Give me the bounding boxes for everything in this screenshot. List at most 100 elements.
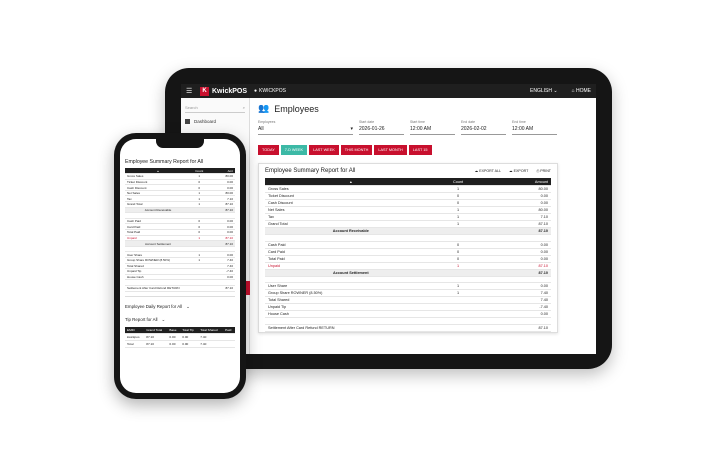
report-card: Employee Summary Report for All ☁ EXPORT…: [258, 163, 558, 333]
cell-amount: 0.00: [479, 248, 551, 256]
cell-amount: 87.10: [479, 227, 551, 235]
cell-amount: 87.10: [479, 269, 551, 277]
cell-count: [191, 285, 208, 292]
filter-value: All: [258, 126, 264, 132]
table-row: Total Shared 7.40: [265, 296, 551, 304]
table-row: User Share 1 0.00: [265, 282, 551, 290]
language-label: ENGLISH: [530, 88, 552, 94]
cell-amount: 80.00: [479, 185, 551, 193]
cell-amount: 7.40: [479, 289, 551, 297]
filter-bar: Employees All ▾ Start date 2026-01-26 Sta…: [258, 120, 588, 135]
sidebar-item-dashboard[interactable]: Dashboard: [185, 119, 245, 124]
start-date-field[interactable]: Start date 2026-01-26: [359, 120, 404, 135]
tip-cell: [223, 333, 235, 341]
cell-amount: -7.40: [479, 303, 551, 311]
this-month-button[interactable]: THIS MONTH: [340, 145, 373, 155]
export-all-button[interactable]: ☁ EXPORT ALL: [475, 169, 501, 173]
last-week-button[interactable]: LAST WEEK: [309, 145, 339, 155]
cell-label: Settlement After Card Refund RETURN: [125, 285, 191, 292]
start-time-field[interactable]: Start time 12:00 AM: [410, 120, 455, 135]
cell-count: 1: [436, 185, 480, 193]
tip-cell: 0.00: [180, 340, 199, 348]
cell-count: [436, 269, 480, 277]
home-link[interactable]: ⌂ HOME: [572, 88, 591, 94]
end-date-field[interactable]: End date 2026-02-02: [461, 120, 506, 135]
sidebar-search[interactable]: Search ⌕: [185, 103, 245, 113]
today-button[interactable]: TODAY: [258, 145, 279, 155]
filter-label: Employees: [258, 120, 276, 124]
cell-count: 1: [436, 289, 480, 297]
cell-amount: 87.10: [479, 262, 551, 270]
table-row: Card Paid 0 0.00: [265, 248, 551, 256]
table-row: Account Settlement 87.10: [265, 269, 551, 277]
cell-label: Grand Total: [265, 220, 437, 228]
main-content: 👥 Employees Employees All ▾ Start date 20…: [250, 98, 596, 354]
cell-amount: 0.00: [479, 199, 551, 207]
cell-amount: 0.00: [479, 255, 551, 263]
daily-report-title: Employee Daily Report for All: [125, 304, 183, 310]
table-row: Settlement After Card Refund RETURN 87.10: [265, 324, 551, 332]
column-header-sort[interactable]: ▴: [265, 178, 437, 186]
last-15-button[interactable]: LAST 15: [408, 145, 432, 155]
cell-count: 1: [436, 213, 480, 221]
logo[interactable]: K KwickPOS: [200, 86, 248, 96]
employees-filter[interactable]: Employees All ▾: [258, 120, 353, 135]
report-title: Employee Summary Report for All: [265, 168, 356, 174]
end-time-field[interactable]: End time 12:00 AM: [512, 120, 557, 135]
tip-cell: kwickpos: [125, 333, 145, 341]
cell-label: Tax: [265, 213, 437, 221]
cell-label: Ticket Discount: [265, 192, 437, 200]
cell-count: 0: [436, 199, 480, 207]
print-label: PRINT: [540, 169, 551, 173]
print-button[interactable]: ⎙ PRINT: [536, 169, 551, 173]
language-select[interactable]: ENGLISH ⌄: [530, 88, 558, 94]
phone-device: Employee Summary Report for All ▴ Count …: [114, 133, 246, 399]
table-row: Unpaid 1 87.10: [265, 262, 551, 270]
cell-label: Net Sales: [265, 206, 437, 214]
cell-count: [436, 324, 480, 332]
filter-label: Start time: [410, 120, 425, 124]
tip-cell: 87.10: [144, 340, 168, 348]
cell-count: 0: [436, 241, 480, 249]
summary-table: ▴ Count Amount Gross Sales 1 80.00 Ticket D…: [265, 178, 551, 332]
filter-label: Start date: [359, 120, 375, 124]
phone-notch: [156, 139, 204, 148]
cell-label: Cash Paid: [265, 241, 437, 249]
brand-name: KwickPOS: [212, 87, 248, 95]
cell-count: [436, 227, 480, 235]
cell-count: [436, 310, 480, 318]
tip-cell: 7.40: [198, 333, 224, 341]
cell-label: Cash Discount: [265, 199, 437, 207]
cell-label: Settlement After Card Refund RETURN: [265, 324, 437, 332]
cell-count: 1: [436, 206, 480, 214]
tip-report-title: Tip Report for All: [125, 317, 158, 323]
cell-label: Total Shared: [265, 296, 437, 304]
cell-label: Gross Sales: [265, 185, 437, 193]
table-row: Account Receivable 87.10: [265, 227, 551, 235]
tip-report-dropdown[interactable]: Tip Report for All ⌄: [125, 317, 235, 323]
daily-report-dropdown[interactable]: Employee Daily Report for All ⌄: [125, 304, 235, 310]
table-row: Grand Total 1 87.10: [265, 220, 551, 228]
filter-value: 2026-01-26: [359, 126, 385, 132]
cell-amount: 0.00: [479, 241, 551, 249]
phone-summary-table: ▴ Count Amt Gross Sales 1 80.00 Ticket Disc…: [125, 168, 235, 292]
sort-icon: ▴: [157, 168, 159, 173]
7-day-week-button[interactable]: 7-D WEEK: [280, 145, 308, 155]
users-icon: 👥: [258, 103, 270, 113]
last-month-button[interactable]: LAST MONTH: [374, 145, 407, 155]
tip-row: kwickpos 87.10 0.00 0.00 7.40: [125, 333, 235, 341]
table-row: Settlement After Card Refund RETURN 87.10: [125, 285, 235, 292]
tip-row: Total 87.10 0.00 0.00 7.40: [125, 340, 235, 348]
tip-cell: 0.00: [180, 333, 199, 341]
table-row: Ticket Discount 0 0.00: [265, 192, 551, 200]
cell-count: 1: [436, 262, 480, 270]
hamburger-icon[interactable]: ☰: [186, 87, 196, 95]
chevron-down-icon: ⌄: [186, 303, 190, 309]
account-icon: ●: [254, 88, 258, 94]
range-buttons: TODAY 7-D WEEK LAST WEEK THIS MONTH LAST…: [258, 145, 588, 155]
page-title: Employees: [274, 103, 319, 114]
account-switcher[interactable]: ● KWICKPOS: [254, 88, 286, 94]
export-button[interactable]: ☁ EXPORT: [509, 169, 528, 173]
table-row: Unpaid Tip -7.40: [265, 303, 551, 311]
cell-count: 0: [436, 192, 480, 200]
